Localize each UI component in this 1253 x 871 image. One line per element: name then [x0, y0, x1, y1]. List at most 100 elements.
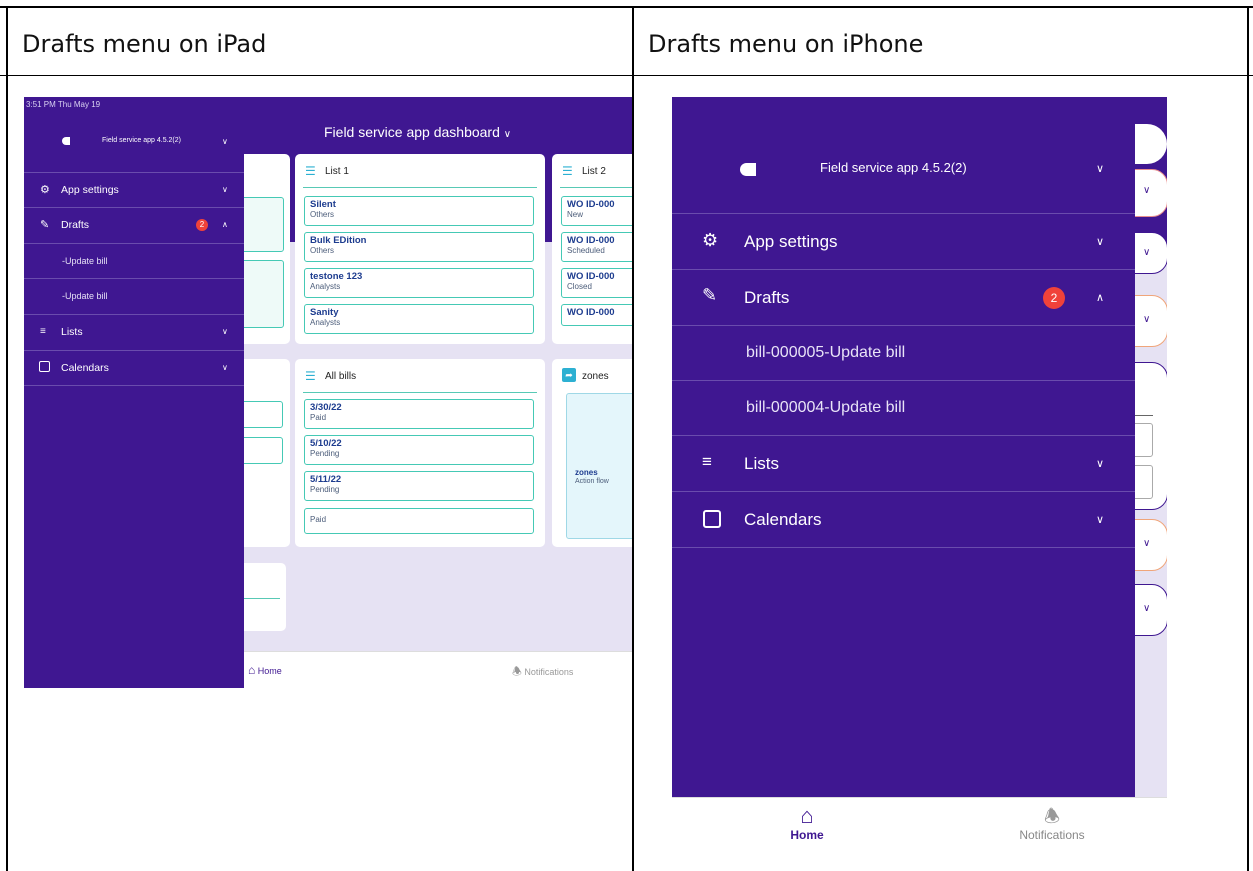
item-title: 5/10/22 — [310, 438, 342, 449]
home-label: Home — [257, 666, 282, 676]
list-item[interactable]: 5/11/22 Pending — [304, 471, 534, 501]
list-item[interactable]: Paid — [304, 508, 534, 534]
draft-item[interactable]: bill-000004-Update bill — [672, 380, 1135, 435]
zones-title: zones — [582, 371, 609, 382]
list-icon: ☰ — [305, 164, 316, 178]
list-item[interactable]: WO ID-000 Scheduled — [561, 232, 632, 262]
item-subtitle: Others — [310, 210, 335, 219]
calendar-icon — [703, 510, 721, 528]
home-tab[interactable]: ⌂ Home — [772, 804, 842, 850]
iphone-side-drawer: Field service app 4.5.2(2) ∨ ⚙ App setti… — [672, 97, 1135, 797]
drafts-label: Drafts — [61, 219, 90, 231]
home-label: Home — [790, 828, 824, 842]
drafts-label: Drafts — [744, 288, 790, 307]
zones-tile-title: zones — [575, 468, 598, 477]
home-icon: ⌂ — [800, 803, 814, 828]
list-item[interactable]: WO ID-000 Closed — [561, 268, 632, 298]
draft-item[interactable]: -Update bill — [24, 243, 244, 278]
list-item[interactable]: WO ID-000 — [561, 304, 632, 326]
list-icon: ☰ — [305, 369, 316, 383]
pencil-icon: ✎ — [702, 285, 718, 305]
ipad-screenshot: Field service app dashboard ∨ ☰ List 1 S… — [24, 97, 632, 688]
chevron-down-icon: ∨ — [503, 129, 512, 140]
list1-title: List 1 — [325, 166, 349, 177]
menu-calendars[interactable]: Calendars ∨ — [24, 350, 244, 386]
table-border-middle — [632, 6, 634, 871]
card-divider — [303, 187, 537, 188]
notifications-label: Notifications — [524, 667, 574, 677]
item-title: testone 123 — [310, 271, 363, 282]
chevron-up-icon: ∧ — [222, 220, 228, 229]
item-title: WO ID-000 — [567, 271, 615, 282]
item-subtitle: Analysts — [310, 282, 341, 291]
iphone-column-header: Drafts menu on iPhone — [648, 30, 924, 58]
list2-title: List 2 — [582, 166, 606, 177]
draft-item-label: bill-000004-Update bill — [746, 399, 906, 416]
share-icon: ➦ — [562, 368, 576, 382]
item-title: Sanity — [310, 307, 339, 318]
bell-icon: 🕭 — [512, 666, 522, 678]
iphone-bottom-nav: ⌂ Home 🕭 Notifications — [672, 797, 1167, 852]
table-border-header-bottom — [0, 75, 1253, 76]
notifications-tab[interactable]: 🕭 Notifications — [1002, 804, 1102, 850]
list2-card: ☰ List 2 WO ID-000 New WO ID-000 Schedul… — [552, 154, 632, 344]
status-bar-time: 3:51 PM Thu May 19 — [26, 100, 101, 109]
item-title: 3/30/22 — [310, 402, 342, 413]
chevron-down-icon: ∨ — [222, 363, 228, 372]
bell-icon: 🕭 — [1043, 806, 1061, 826]
chevron-up-icon: ∧ — [1096, 292, 1105, 304]
draft-item[interactable]: -Update bill — [24, 278, 244, 314]
item-title: Bulk EDition — [310, 235, 367, 246]
item-subtitle: Paid — [310, 515, 327, 524]
menu-lists[interactable]: ≡ Lists ∨ — [24, 314, 244, 350]
lists-label: Lists — [61, 326, 83, 338]
draft-item[interactable]: bill-000005-Update bill — [672, 325, 1135, 380]
checklist-icon: ≡ — [40, 326, 46, 337]
zones-tile-subtitle: Action flow — [575, 478, 609, 485]
menu-drafts[interactable]: ✎ Drafts 2 ∧ — [672, 269, 1135, 325]
draft-item-label: bill-000005-Update bill — [746, 344, 906, 361]
draft-item-label: -Update bill — [62, 256, 108, 266]
chevron-down-icon: ∨ — [1096, 514, 1105, 526]
menu-lists[interactable]: ≡ Lists ∨ — [672, 435, 1135, 491]
item-subtitle: New — [567, 210, 584, 219]
dashboard-title[interactable]: Field service app dashboard ∨ — [324, 124, 511, 140]
item-title: 5/11/22 — [310, 474, 342, 485]
menu-app-settings[interactable]: ⚙ App settings ∨ — [672, 213, 1135, 269]
list-item[interactable]: Silent Others — [304, 196, 534, 226]
notifications-tab[interactable]: 🕭 Notifications — [512, 663, 573, 682]
home-tab[interactable]: ⌂ Home — [248, 663, 282, 677]
menu-app-settings[interactable]: ⚙ App settings ∨ — [24, 172, 244, 207]
item-subtitle: Pending — [310, 449, 340, 458]
all-bills-card: ☰ All bills 3/30/22 Paid 5/10/22 Pending… — [295, 359, 545, 547]
chevron-down-icon[interactable]: ∨ — [222, 137, 228, 146]
menu-drafts[interactable]: ✎ Drafts 2 ∧ — [24, 207, 244, 243]
table-border-left — [6, 6, 8, 871]
chevron-down-icon: ∨ — [1143, 247, 1151, 258]
item-title: WO ID-000 — [567, 235, 615, 246]
item-title: WO ID-000 — [567, 307, 615, 318]
list-item[interactable]: WO ID-000 New — [561, 196, 632, 226]
list-item[interactable]: Sanity Analysts — [304, 304, 534, 334]
chevron-down-icon[interactable]: ∨ — [1096, 162, 1104, 175]
card-divider — [560, 187, 632, 188]
list-item[interactable]: 3/30/22 Paid — [304, 399, 534, 429]
list-item[interactable]: 5/10/22 Pending — [304, 435, 534, 465]
chevron-down-icon: ∨ — [1143, 185, 1151, 196]
chevron-down-icon: ∨ — [1096, 458, 1105, 470]
chevron-down-icon: ∨ — [222, 185, 228, 194]
gear-icon: ⚙ — [40, 184, 50, 196]
item-subtitle: Others — [310, 246, 335, 255]
app-settings-label: App settings — [744, 232, 838, 251]
zones-tile[interactable]: zones Action flow — [566, 393, 632, 539]
menu-calendars[interactable]: Calendars ∨ — [672, 491, 1135, 548]
card-divider — [303, 392, 537, 393]
ipad-side-drawer: 3:51 PM Thu May 19 Field service app 4.5… — [24, 97, 244, 688]
chevron-down-icon: ∨ — [222, 327, 228, 336]
app-name: Field service app 4.5.2(2) — [102, 137, 181, 144]
table-border-top — [0, 6, 1253, 8]
list-item[interactable]: Bulk EDition Others — [304, 232, 534, 262]
home-icon: ⌂ — [248, 663, 256, 677]
item-title: Silent — [310, 199, 336, 210]
list-item[interactable]: testone 123 Analysts — [304, 268, 534, 298]
